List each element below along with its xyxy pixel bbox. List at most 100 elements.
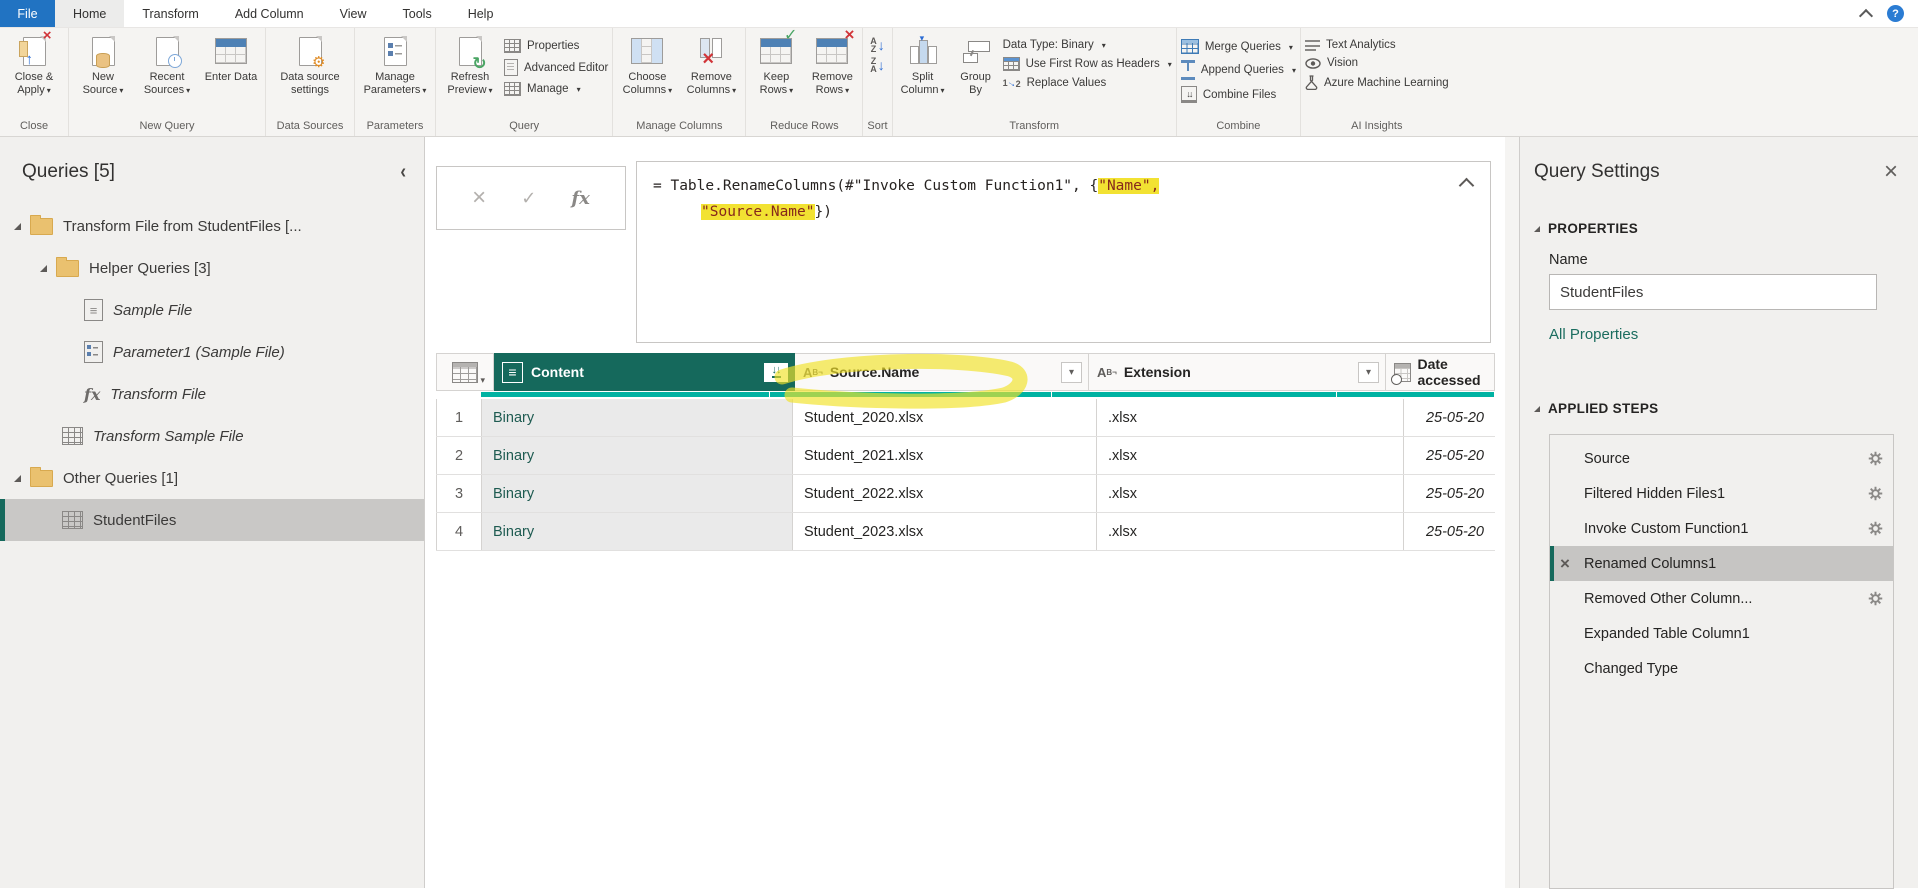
vision-button[interactable]: Vision [1305,57,1449,69]
cancel-icon[interactable] [472,184,486,212]
filter-dropdown-icon[interactable] [1358,362,1379,383]
use-first-row-as-headers-button[interactable]: Use First Row as Headers [1003,57,1172,71]
merge-queries-button[interactable]: Merge Queries [1181,39,1296,54]
cell-content[interactable]: Binary [482,437,793,474]
cell-date-accessed[interactable]: 25-05-20 [1404,437,1495,474]
query-item-studentfiles[interactable]: StudentFiles [0,499,424,541]
expander-icon[interactable] [14,223,21,230]
column-header-extension[interactable]: Extension [1089,353,1386,391]
cell-source-name[interactable]: Student_2020.xlsx [793,399,1097,436]
group-by-button[interactable]: Group By [953,31,999,96]
replace-values-button[interactable]: 1→2 Replace Values [1003,77,1172,89]
applied-steps-section-header[interactable]: APPLIED STEPS [1534,401,1898,416]
delete-step-icon[interactable]: × [1560,554,1570,574]
cell-source-name[interactable]: Student_2022.xlsx [793,475,1097,512]
tab-help[interactable]: Help [450,0,512,27]
step-filtered-hidden-files1[interactable]: Filtered Hidden Files1 [1550,476,1893,511]
cell-source-name[interactable]: Student_2023.xlsx [793,513,1097,550]
cell-extension[interactable]: .xlsx [1097,513,1404,550]
recent-sources-button[interactable]: Recent Sources [137,31,197,97]
grid-vertical-scrollbar[interactable] [1505,137,1520,888]
all-properties-link[interactable]: All Properties [1549,326,1898,343]
properties-button[interactable]: Properties [504,39,608,53]
cell-source-name[interactable]: Student_2021.xlsx [793,437,1097,474]
select-all-header[interactable] [436,353,494,391]
new-source-button[interactable]: New Source [73,31,133,97]
table-row[interactable]: 3 Binary Student_2022.xlsx .xlsx 25-05-2… [436,475,1495,513]
remove-columns-button[interactable]: × Remove Columns [681,31,741,97]
step-expanded-table-column1[interactable]: Expanded Table Column1 [1550,616,1893,651]
expander-icon[interactable] [40,265,47,272]
help-icon[interactable]: ? [1887,5,1904,22]
enter-data-button[interactable]: Enter Data [201,31,261,84]
advanced-editor-button[interactable]: Advanced Editor [504,59,608,76]
combine-files-button[interactable]: ↓↓ Combine Files [1181,86,1296,103]
keep-rows-button[interactable]: ✓ Keep Rows [750,31,802,97]
data-type-button[interactable]: Data Type: Binary [1003,39,1172,51]
table-row[interactable]: 1 Binary Student_2020.xlsx .xlsx 25-05-2… [436,399,1495,437]
manage-button[interactable]: Manage [504,82,608,96]
tab-view[interactable]: View [322,0,385,27]
section-expander-icon[interactable] [1534,406,1540,412]
column-header-date-accessed[interactable]: Date accessed [1386,353,1495,391]
tab-home[interactable]: Home [55,0,124,27]
manage-parameters-button[interactable]: Manage Parameters [359,31,431,97]
text-analytics-button[interactable]: Text Analytics [1305,39,1449,51]
cell-content[interactable]: Binary [482,399,793,436]
filter-dropdown-icon[interactable] [1061,362,1082,383]
step-changed-type[interactable]: Changed Type [1550,651,1893,686]
step-settings-gear-icon[interactable] [1868,521,1883,536]
azure-machine-learning-button[interactable]: Azure Machine Learning [1305,75,1449,90]
cell-content[interactable]: Binary [482,475,793,512]
refresh-preview-button[interactable]: ↻ Refresh Preview [440,31,500,97]
column-header-content[interactable]: Content [494,353,795,391]
step-invoke-custom-function1[interactable]: Invoke Custom Function1 [1550,511,1893,546]
expander-icon[interactable] [14,475,21,482]
section-expander-icon[interactable] [1534,226,1540,232]
query-item-transform-sample-file[interactable]: Transform Sample File [0,415,424,457]
close-icon[interactable]: × [1884,162,1898,182]
remove-rows-button[interactable]: × Remove Rows [806,31,858,97]
query-folder-other-queries[interactable]: Other Queries [1] [0,457,424,499]
fx-icon[interactable]: fx [571,188,589,209]
query-item-transform-file-function[interactable]: fx Transform File [0,373,424,415]
query-item-parameter1[interactable]: Parameter1 (Sample File) [0,331,424,373]
collapse-queries-pane-icon[interactable]: ‹ [400,160,406,184]
query-name-input[interactable] [1549,274,1877,310]
sort-ascending-button[interactable]: A Z↓ [870,37,885,53]
step-settings-gear-icon[interactable] [1868,591,1883,606]
sort-descending-button[interactable]: Z A↓ [870,57,885,73]
properties-section-header[interactable]: PROPERTIES [1534,221,1898,236]
formula-bar[interactable]: = Table.RenameColumns(#"Invoke Custom Fu… [636,161,1491,343]
collapse-ribbon-icon[interactable] [1859,8,1873,22]
cell-date-accessed[interactable]: 25-05-20 [1404,513,1495,550]
append-queries-button[interactable]: Append Queries [1181,60,1296,80]
table-row[interactable]: 2 Binary Student_2021.xlsx .xlsx 25-05-2… [436,437,1495,475]
close-apply-button[interactable]: ×↑ Close & Apply [4,31,64,97]
tab-tools[interactable]: Tools [385,0,450,27]
expand-column-icon[interactable] [764,363,788,382]
choose-columns-button[interactable]: Choose Columns [617,31,677,97]
column-header-source-name[interactable]: Source.Name [795,353,1089,391]
cell-extension[interactable]: .xlsx [1097,475,1404,512]
query-folder-transform-file[interactable]: Transform File from StudentFiles [... [0,205,424,247]
split-column-button[interactable]: ▾ Split Column [897,31,949,97]
cell-extension[interactable]: .xlsx [1097,399,1404,436]
cell-date-accessed[interactable]: 25-05-20 [1404,475,1495,512]
tab-transform[interactable]: Transform [124,0,217,27]
step-settings-gear-icon[interactable] [1868,486,1883,501]
cell-date-accessed[interactable]: 25-05-20 [1404,399,1495,436]
step-removed-other-columns[interactable]: Removed Other Column... [1550,581,1893,616]
step-renamed-columns1[interactable]: × Renamed Columns1 [1550,546,1893,581]
query-item-sample-file[interactable]: Sample File [0,289,424,331]
tab-add-column[interactable]: Add Column [217,0,322,27]
cell-content[interactable]: Binary [482,513,793,550]
query-folder-helper-queries[interactable]: Helper Queries [3] [0,247,424,289]
step-settings-gear-icon[interactable] [1868,451,1883,466]
cell-extension[interactable]: .xlsx [1097,437,1404,474]
commit-icon[interactable] [521,188,536,209]
tab-file[interactable]: File [0,0,55,27]
step-source[interactable]: Source [1550,441,1893,476]
select-all-icon[interactable] [452,362,478,383]
data-source-settings-button[interactable]: ⚙ Data source settings [270,31,350,96]
